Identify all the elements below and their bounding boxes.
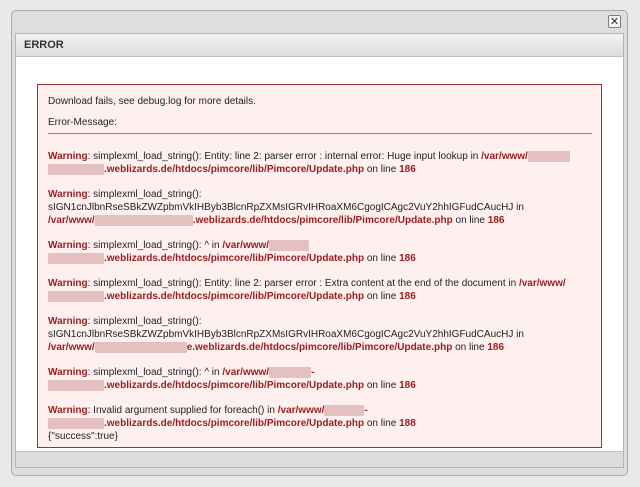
redacted-block (48, 417, 104, 429)
warning-text: : simplexml_load_string(): sIGN1cnJlbnRs… (48, 189, 524, 213)
line-number: 186 (487, 215, 505, 226)
line-number: 186 (487, 342, 505, 353)
file-path: /var/www/e.weblizards.de/htdocs/pimcore/… (48, 341, 453, 353)
warning-text: : Invalid argument supplied for foreach(… (87, 405, 278, 416)
warning-text: : simplexml_load_string(): Entity: line … (87, 278, 519, 289)
warning-label: Warning (48, 278, 88, 289)
redacted-block (94, 341, 187, 353)
line-number: 186 (399, 291, 416, 302)
success-result: {"success":true} (48, 431, 118, 442)
line-number: 188 (399, 418, 416, 429)
panel-body: Download fails, see debug.log for more d… (16, 57, 623, 451)
warning-text: : simplexml_load_string(): ^ in (87, 367, 223, 378)
warning-label: Warning (48, 189, 88, 200)
warning-message: Warning: simplexml_load_string(): Entity… (48, 278, 566, 302)
line-number: 186 (399, 380, 416, 391)
redacted-block (324, 404, 365, 416)
panel-title: ERROR (16, 34, 623, 57)
warning-message: Warning: Invalid argument supplied for f… (48, 404, 416, 429)
close-icon[interactable]: ✕ (608, 15, 621, 28)
redacted-block (269, 239, 310, 251)
error-panel: ERROR Download fails, see debug.log for … (15, 33, 624, 468)
warning-label: Warning (48, 405, 88, 416)
warning-message: Warning: simplexml_load_string(): Entity… (48, 150, 592, 176)
divider (48, 133, 592, 134)
panel-footer (16, 451, 623, 467)
warning-label: Warning (48, 367, 88, 378)
line-number: 186 (399, 164, 416, 175)
warning-label: Warning (48, 151, 88, 162)
redacted-block (48, 252, 104, 264)
line-number: 186 (399, 253, 416, 264)
redacted-block (48, 290, 104, 302)
redacted-block (94, 214, 193, 226)
error-box: Download fails, see debug.log for more d… (37, 84, 602, 448)
error-intro: Download fails, see debug.log for more d… (48, 96, 256, 107)
warning-label: Warning (48, 316, 88, 327)
redacted-block (48, 379, 104, 391)
file-path: /var/www/.weblizards.de/htdocs/pimcore/l… (48, 214, 453, 226)
dialog-window: ✕ ERROR Download fails, see debug.log fo… (11, 10, 628, 476)
warning-text: : simplexml_load_string(): Entity: line … (87, 151, 482, 162)
warning-message: Warning: simplexml_load_string(): ^ in /… (48, 366, 416, 391)
redacted-block (269, 366, 312, 378)
warning-text: : simplexml_load_string(): ^ in (87, 240, 223, 251)
warning-message: Warning: simplexml_load_string(): sIGN1c… (48, 316, 524, 353)
redacted-block (48, 163, 104, 175)
warning-text: : simplexml_load_string(): sIGN1cnJlbnRs… (48, 316, 524, 340)
redacted-block (527, 150, 570, 162)
warning-message: Warning: simplexml_load_string(): ^ in /… (48, 239, 416, 264)
error-message-label: Error-Message: (48, 117, 117, 128)
warning-message: Warning: simplexml_load_string(): sIGN1c… (48, 189, 524, 226)
warning-label: Warning (48, 240, 88, 251)
